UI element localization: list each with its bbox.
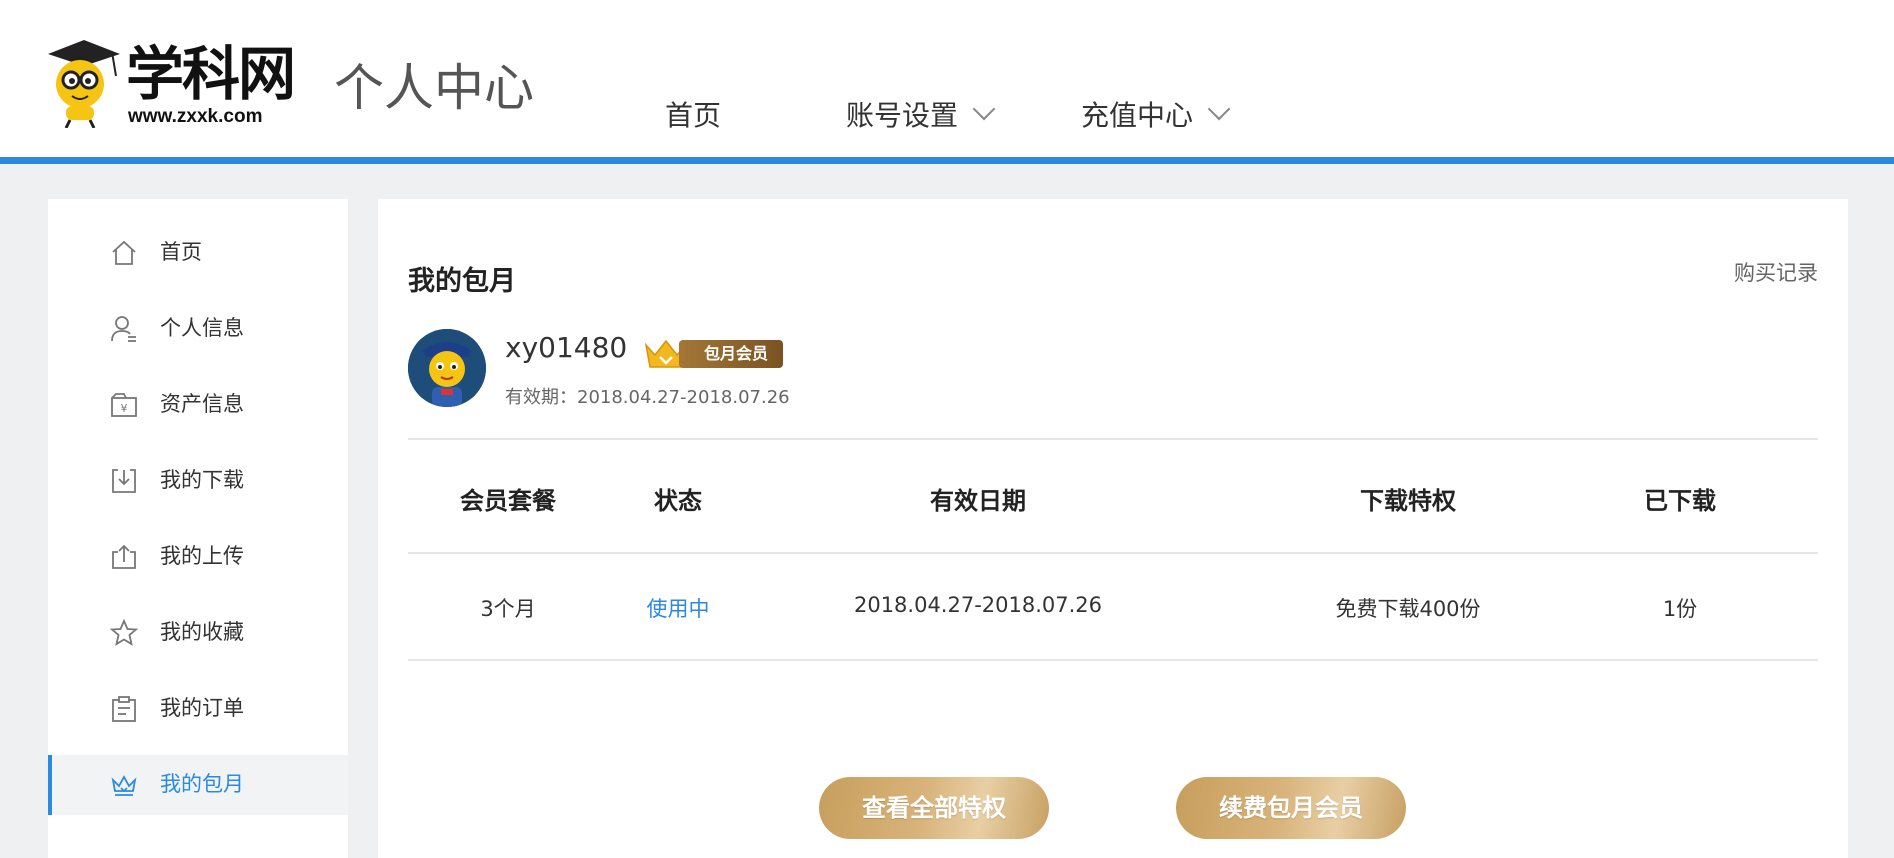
order-icon [112, 696, 136, 722]
divider [408, 659, 1818, 661]
sidebar-item-label: 我的订单 [160, 696, 244, 720]
home-icon [112, 240, 136, 265]
download-icon [112, 469, 136, 493]
page-title: 个人中心 [334, 59, 534, 117]
column-header: 已下载 [1644, 487, 1716, 515]
logo-text: 学科网 [126, 40, 296, 108]
site-logo[interactable]: 学科网 www.zxxk.com [44, 36, 296, 128]
purchase-record-link[interactable]: 购买记录 [1734, 257, 1818, 287]
column-header: 状态 [654, 487, 702, 515]
upload-icon [112, 544, 136, 569]
chevron-down-icon [972, 97, 996, 121]
active-indicator [48, 755, 52, 815]
wallet-icon: ¥ [111, 393, 137, 417]
nav-home-label: 首页 [665, 99, 722, 132]
column-header: 有效日期 [930, 487, 1026, 515]
main-panel: 我的包月 购买记录 xy01480 包月会员 有效期：2018.04.27-20… [378, 199, 1848, 858]
divider [408, 552, 1818, 554]
table-cell: 2018.04.27-2018.07.26 [853, 593, 1103, 617]
table-cell: 免费下载400份 [1335, 597, 1481, 621]
sidebar-item-label: 我的下载 [160, 468, 244, 492]
username: xy01480 [505, 331, 628, 364]
sidebar-item-uploads[interactable]: 我的上传 [48, 527, 348, 587]
avatar [408, 329, 486, 407]
sidebar-item-assets[interactable]: ¥ 资产信息 [48, 375, 348, 435]
crown-icon [111, 775, 137, 796]
column-header: 下载特权 [1360, 487, 1456, 515]
svg-text:¥: ¥ [121, 402, 128, 415]
nav-account-settings-label: 账号设置 [846, 99, 959, 132]
table-cell: 3个月 [480, 597, 536, 621]
logo-url: www.zxxk.com [128, 106, 263, 127]
sidebar-item-monthly[interactable]: 我的包月 [48, 755, 348, 815]
nav-recharge-center-label: 充值中心 [1081, 99, 1194, 132]
sidebar-item-label: 首页 [160, 240, 202, 264]
sidebar-item-profile[interactable]: 个人信息 [48, 299, 348, 359]
validity-text: 有效期：2018.04.27-2018.07.26 [505, 387, 790, 408]
sidebar-item-label: 我的上传 [160, 544, 244, 568]
sidebar-item-orders[interactable]: 我的订单 [48, 679, 348, 739]
column-header: 会员套餐 [460, 487, 556, 515]
nav-account-settings[interactable]: 账号设置 [846, 96, 996, 136]
view-all-privileges-button[interactable]: 查看全部特权 [819, 777, 1049, 839]
member-badge: 包月会员 [643, 337, 783, 369]
avatar-icon [408, 329, 486, 407]
sidebar-item-label: 个人信息 [160, 316, 244, 340]
top-header: 学科网 www.zxxk.com 个人中心 首页 账号设置 充值中心 [0, 0, 1894, 164]
nav-recharge-center[interactable]: 充值中心 [1081, 96, 1231, 136]
nav-home[interactable]: 首页 [665, 96, 721, 136]
sidebar-item-home[interactable]: 首页 [48, 223, 348, 283]
user-icon [111, 316, 136, 342]
table-cell: 1份 [1662, 597, 1698, 621]
star-icon [110, 619, 138, 646]
sidebar-item-label: 我的包月 [160, 772, 244, 796]
chevron-down-icon [1207, 97, 1231, 121]
sidebar: 首页 个人信息 ¥ 资产信息 我的下载 我的上传 我的收藏 我的订单 我的包月 [48, 199, 348, 858]
member-badge-label: 包月会员 [679, 340, 783, 368]
divider [408, 438, 1818, 440]
status-badge: 使用中 [646, 597, 710, 621]
renew-membership-button[interactable]: 续费包月会员 [1176, 777, 1406, 839]
mascot-logo-icon [48, 40, 120, 128]
section-title: 我的包月 [408, 266, 516, 297]
sidebar-item-label: 我的收藏 [160, 620, 244, 644]
sidebar-item-label: 资产信息 [160, 392, 244, 416]
sidebar-item-favorites[interactable]: 我的收藏 [48, 603, 348, 663]
sidebar-item-downloads[interactable]: 我的下载 [48, 451, 348, 511]
